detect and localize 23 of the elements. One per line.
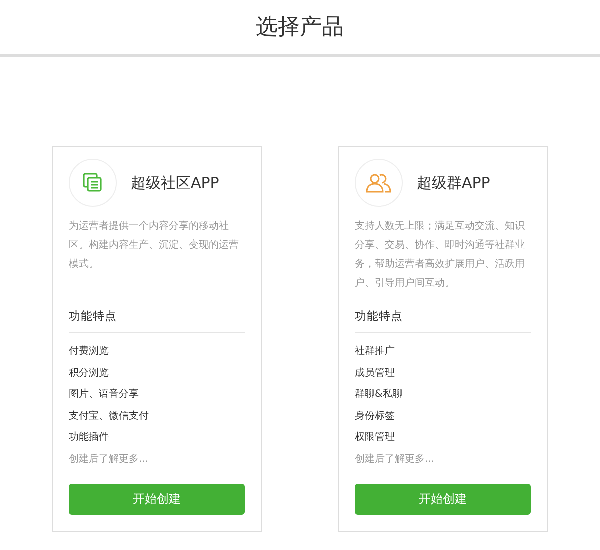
feature-item: 功能插件 <box>69 430 110 446</box>
feature-item: 社群推广 <box>355 344 396 359</box>
product-name: 超级群APP <box>417 174 490 192</box>
feature-item: 图片、语音分享 <box>69 388 140 402</box>
page-title: 选择产品 <box>256 14 344 42</box>
features-heading: 功能特点 <box>355 309 531 333</box>
document-icon <box>83 173 103 193</box>
feature-item: 群聊&私聊 <box>355 388 404 402</box>
create-button[interactable]: 开始创建 <box>69 484 245 515</box>
feature-item: 支付宝、微信支付 <box>69 410 150 424</box>
features-heading: 功能特点 <box>69 309 245 333</box>
feature-item: 权限管理 <box>355 430 396 446</box>
feature-item: 付费浏览 <box>69 344 110 359</box>
product-description: 支持人数无上限；满足互动交流、知识分享、交易、协作、即时沟通等社群业务，帮助运营者高效扩展用户、活跃用户、引导用户间互动。 <box>355 220 526 291</box>
product-name: 超级社区APP <box>131 174 220 192</box>
people-icon <box>366 172 392 194</box>
more-text: 创建后了解更多... <box>69 452 150 467</box>
feature-item: 身份标签 <box>355 410 396 424</box>
product-description: 为运营者提供一个内容分享的移动社区。构建内容生产、沉淀、变现的运营模式。 <box>69 220 240 272</box>
feature-item: 成员管理 <box>355 366 396 381</box>
feature-item: 积分浏览 <box>69 366 110 381</box>
create-button[interactable]: 开始创建 <box>355 484 531 515</box>
more-text: 创建后了解更多... <box>355 452 436 467</box>
